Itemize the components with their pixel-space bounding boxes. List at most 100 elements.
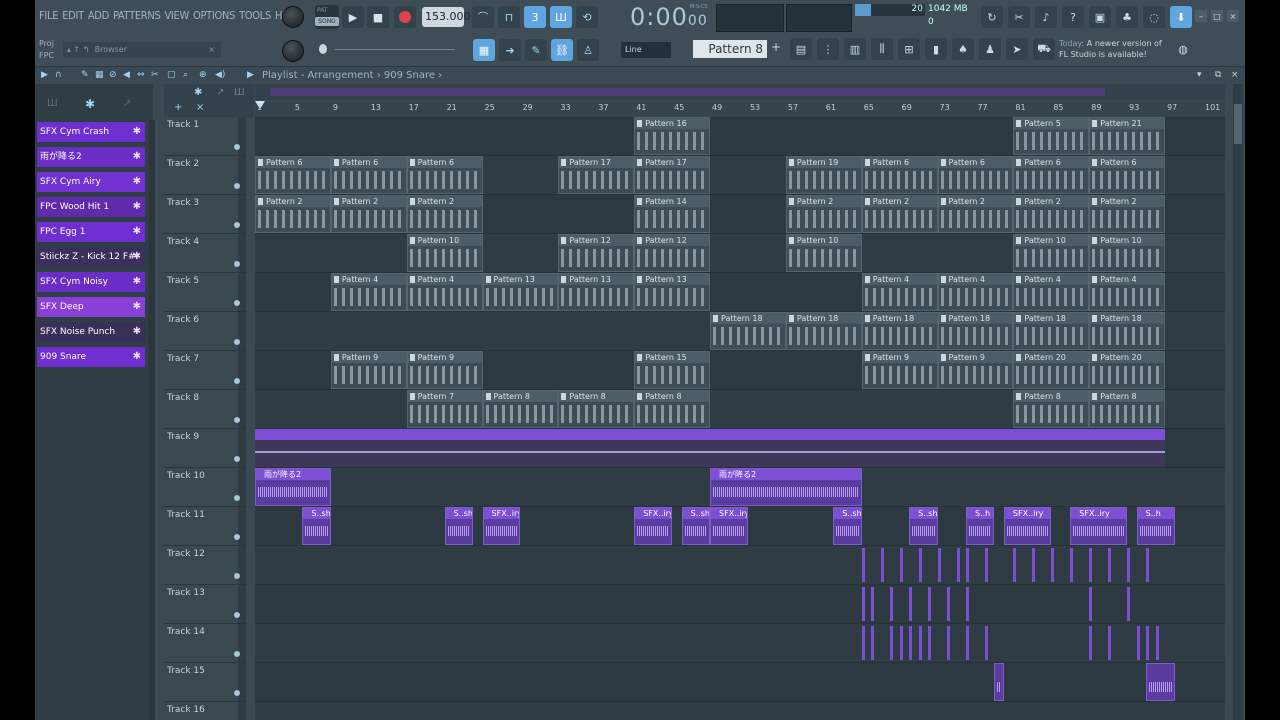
audio-hit-clip[interactable] [937, 548, 941, 582]
audio-hit-clip[interactable] [1032, 548, 1036, 582]
pattern-clip[interactable]: Pattern 2 [406, 195, 483, 233]
audio-hit-clip[interactable] [1070, 548, 1074, 582]
audio-hit-clip[interactable] [1155, 626, 1159, 660]
audio-hit-clip[interactable] [956, 548, 960, 582]
close-playlist-icon[interactable]: × [1231, 70, 1239, 80]
mic-icon[interactable]: ♪ [1035, 6, 1057, 28]
record-button[interactable] [394, 6, 416, 28]
audio-hit-clip[interactable] [899, 548, 903, 582]
pattern-clip[interactable]: Pattern 4 [1013, 273, 1090, 311]
audio-hit-clip[interactable] [1108, 626, 1112, 660]
pattern-clip[interactable]: Pattern 15 [634, 351, 711, 389]
track-grip[interactable] [238, 312, 246, 350]
picker-item[interactable]: Stiickz Z - Kick 12 F# ✱ [37, 247, 145, 267]
stamp-icon[interactable]: ♙ [577, 39, 599, 61]
pattern-clip[interactable]: Pattern 7 [406, 390, 483, 428]
grid-view-icon[interactable]: Ш [234, 87, 245, 98]
pattern-clip[interactable]: Pattern 6 [937, 156, 1014, 194]
audio-hit-clip[interactable] [1013, 548, 1017, 582]
loop-record-icon[interactable]: ⟲ [576, 6, 598, 28]
playlist-scrollbar[interactable] [1233, 84, 1243, 720]
audio-hit-clip[interactable] [1146, 626, 1150, 660]
pattern-clip[interactable]: Pattern 21 [1089, 117, 1166, 155]
picker-item[interactable]: SFX Cym Airy ✱ [37, 172, 145, 192]
picker-item[interactable]: SFX Deep ✱ [37, 297, 145, 317]
plugin-icon[interactable]: ♣ [1116, 6, 1138, 28]
pattern-clip[interactable]: Pattern 6 [330, 156, 407, 194]
send-icon[interactable]: ➤ [1006, 38, 1028, 60]
audio-hit-clip[interactable] [1146, 548, 1150, 582]
audio-hit-clip[interactable] [984, 548, 988, 582]
audio-hit-clip[interactable] [1136, 626, 1140, 660]
playlist-grid[interactable]: Pattern 16 Pattern 5 Pattern 21 Pattern 6 Pa… [255, 117, 1225, 720]
undo-icon[interactable]: ↻ [981, 6, 1003, 28]
audio-hit-clip[interactable] [871, 587, 875, 621]
cut-icon[interactable]: ✂ [1008, 6, 1030, 28]
pattern-clip[interactable]: Pattern 16 [634, 117, 711, 155]
track-grip[interactable] [238, 156, 246, 194]
pattern-clip[interactable]: Pattern 20 [1013, 351, 1090, 389]
track-row[interactable] [255, 702, 1225, 720]
track-mute-led[interactable] [234, 456, 240, 462]
close-icon[interactable]: × [1227, 10, 1239, 22]
wait-input-icon[interactable]: ⊓ [498, 6, 520, 28]
automation-clip[interactable] [255, 429, 1166, 467]
globe-icon[interactable]: ◍ [1172, 38, 1194, 60]
pattern-clip[interactable]: Pattern 6 [1089, 156, 1166, 194]
audio-hit-clip[interactable] [861, 626, 865, 660]
pattern-clip[interactable]: Pattern 9 [937, 351, 1014, 389]
paint-tool-icon[interactable]: ▦ [95, 70, 104, 80]
paint-icon[interactable]: ✎ [525, 39, 547, 61]
slider-handle[interactable] [319, 44, 327, 54]
audio-clip[interactable]: S..sh [909, 507, 938, 545]
audio-hit-clip[interactable] [1127, 548, 1131, 582]
plug-icon[interactable]: ♠ [952, 38, 974, 60]
slice-tool-icon[interactable]: ✂ [151, 70, 159, 80]
track-grip[interactable] [238, 585, 246, 623]
audio-hit-clip[interactable] [861, 587, 865, 621]
audio-picker-icon[interactable]: ✱ [85, 97, 95, 111]
audio-hit-clip[interactable] [909, 587, 913, 621]
pattern-clip[interactable]: Pattern 8 [1089, 390, 1166, 428]
audio-hit-clip[interactable] [928, 626, 932, 660]
track-grip[interactable] [238, 624, 246, 662]
pattern-clip[interactable]: Pattern 4 [330, 273, 407, 311]
track-header[interactable]: Track 8 [164, 390, 246, 429]
menu-patterns[interactable]: PATTERNS [113, 9, 161, 22]
track-grip[interactable] [238, 507, 246, 545]
pattern-clip[interactable]: Pattern 2 [1089, 195, 1166, 233]
maximize-icon[interactable]: □ [1211, 10, 1223, 22]
automation-view-icon[interactable]: ↗ [216, 87, 224, 98]
track-mute-led[interactable] [234, 378, 240, 384]
picker-item[interactable]: FPC Wood Hit 1 ✱ [37, 197, 145, 217]
pattern-clip[interactable]: Pattern 20 [1089, 351, 1166, 389]
select-tool-icon[interactable]: ▢ [167, 70, 176, 80]
pattern-clip[interactable]: Pattern 13 [558, 273, 635, 311]
mixer-icon[interactable]: ⫼ [871, 38, 893, 60]
mute-tool-icon[interactable]: ◀ [123, 70, 130, 80]
overview-selection[interactable] [270, 88, 1105, 96]
track-header[interactable]: Track 6 [164, 312, 246, 351]
restore-icon[interactable]: ⧉ [1215, 70, 1221, 80]
pattern-clip[interactable]: Pattern 8 [1013, 390, 1090, 428]
track-header[interactable]: Track 1 [164, 117, 246, 156]
tree-icon[interactable]: ⊞ [898, 38, 920, 60]
audio-clip[interactable]: S..h [1136, 507, 1175, 545]
audio-hit-clip[interactable] [890, 626, 894, 660]
track-grip[interactable] [238, 390, 246, 428]
pattern-clip[interactable]: Pattern 18 [1013, 312, 1090, 350]
pattern-clip[interactable]: Pattern 19 [785, 156, 862, 194]
master-slider[interactable] [315, 42, 465, 56]
pattern-clip[interactable]: Pattern 2 [255, 195, 331, 233]
audio-hit-clip[interactable] [871, 626, 875, 660]
audio-clip[interactable]: S..sh [833, 507, 862, 545]
track-row[interactable] [255, 624, 1225, 663]
track-header[interactable]: Track 9 [164, 429, 246, 468]
menu-view[interactable]: VIEW [164, 9, 189, 22]
pattern-clip[interactable]: Pattern 18 [937, 312, 1014, 350]
track-header[interactable]: Track 3 [164, 195, 246, 234]
pattern-clip[interactable]: Pattern 4 [1089, 273, 1166, 311]
browser-field[interactable]: ▴ ↑ ↰ Browser × [63, 42, 221, 58]
audio-hit-clip[interactable] [1108, 548, 1112, 582]
audio-hit-clip[interactable] [947, 587, 951, 621]
